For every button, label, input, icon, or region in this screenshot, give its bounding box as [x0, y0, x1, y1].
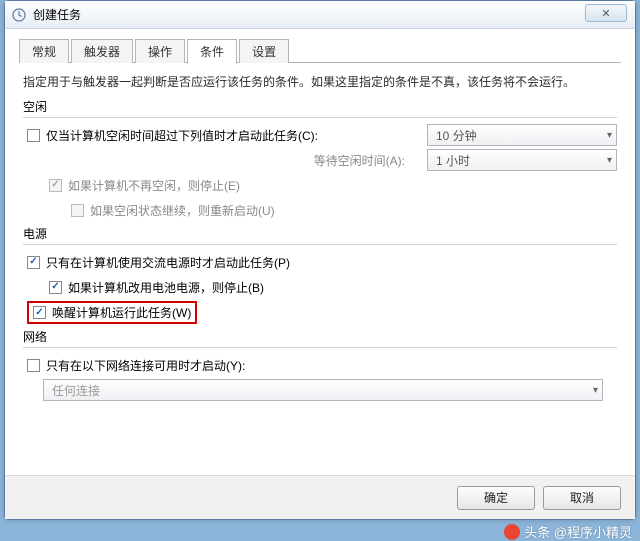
tab-strip: 常规 触发器 操作 条件 设置: [5, 29, 635, 63]
highlight-wake-to-run: 唤醒计算机运行此任务(W): [27, 301, 197, 324]
checkbox-only-on-ac[interactable]: [27, 256, 40, 269]
chevron-down-icon: ▾: [607, 155, 612, 166]
label-stop-on-battery: 如果计算机改用电池电源，则停止(B): [68, 279, 264, 296]
window-title: 创建任务: [33, 6, 81, 23]
ok-button[interactable]: 确定: [457, 486, 535, 510]
watermark: 头条 @程序小精灵: [504, 522, 632, 541]
conditions-note: 指定用于与触发器一起判断是否应运行该任务的条件。如果这里指定的条件是不真，该任务…: [23, 73, 617, 92]
select-network-value: 任何连接: [52, 382, 100, 399]
label-wake-to-run: 唤醒计算机运行此任务(W): [52, 304, 191, 321]
checkbox-wake-to-run[interactable]: [33, 306, 46, 319]
checkbox-restart-if-idle[interactable]: [71, 204, 84, 217]
watermark-text: 头条 @程序小精灵: [524, 522, 632, 541]
tab-triggers[interactable]: 触发器: [71, 39, 133, 63]
chevron-down-icon: ▾: [593, 385, 598, 396]
label-only-on-ac: 只有在计算机使用交流电源时才启动此任务(P): [46, 254, 290, 271]
label-stop-if-not-idle: 如果计算机不再空闲，则停止(E): [68, 177, 240, 194]
tab-conditions[interactable]: 条件: [187, 39, 237, 64]
toutiao-icon: [504, 524, 520, 540]
close-icon: ✕: [601, 7, 610, 20]
dialog-footer: 确定 取消: [5, 475, 635, 519]
tab-actions[interactable]: 操作: [135, 39, 185, 63]
close-button[interactable]: ✕: [585, 4, 627, 22]
label-wait-idle: 等待空闲时间(A):: [133, 152, 427, 169]
power-section-title: 电源: [23, 225, 617, 245]
label-only-if-network: 只有在以下网络连接可用时才启动(Y):: [46, 357, 245, 374]
checkbox-only-if-network[interactable]: [27, 359, 40, 372]
chevron-down-icon: ▾: [607, 130, 612, 141]
tab-settings[interactable]: 设置: [239, 39, 289, 63]
tab-general[interactable]: 常规: [19, 39, 69, 63]
select-wait-idle-value: 1 小时: [436, 152, 470, 169]
label-only-if-idle: 仅当计算机空闲时间超过下列值时才启动此任务(C):: [46, 127, 427, 144]
create-task-dialog: 创建任务 ✕ 常规 触发器 操作 条件 设置 指定用于与触发器一起判断是否应运行…: [4, 0, 636, 520]
network-section-title: 网络: [23, 328, 617, 348]
checkbox-stop-on-battery[interactable]: [49, 281, 62, 294]
select-network-connection[interactable]: 任何连接 ▾: [43, 379, 603, 401]
cancel-button[interactable]: 取消: [543, 486, 621, 510]
select-idle-duration-value: 10 分钟: [436, 127, 477, 144]
select-wait-idle[interactable]: 1 小时 ▾: [427, 149, 617, 171]
clock-icon: [11, 7, 27, 23]
idle-section-title: 空闲: [23, 98, 617, 118]
checkbox-only-if-idle[interactable]: [27, 129, 40, 142]
label-restart-if-idle: 如果空闲状态继续，则重新启动(U): [90, 202, 275, 219]
select-idle-duration[interactable]: 10 分钟 ▾: [427, 124, 617, 146]
checkbox-stop-if-not-idle[interactable]: [49, 179, 62, 192]
titlebar: 创建任务 ✕: [5, 1, 635, 29]
conditions-panel: 指定用于与触发器一起判断是否应运行该任务的条件。如果这里指定的条件是不真，该任务…: [5, 63, 635, 408]
